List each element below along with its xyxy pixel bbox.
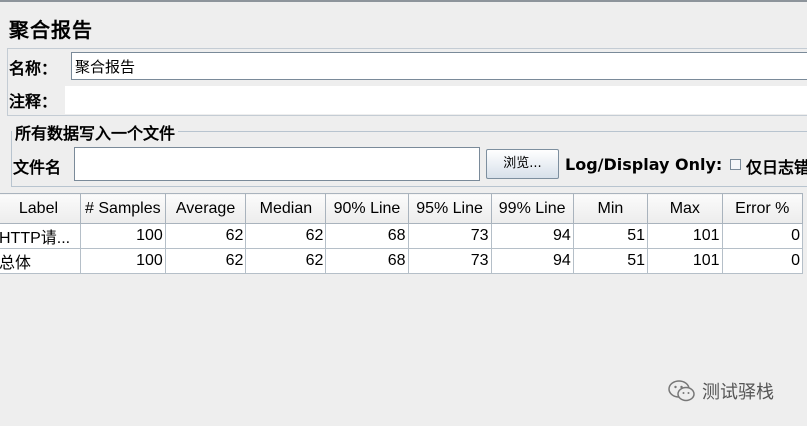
cell-99-line: 94 (490, 248, 574, 274)
column-header-99-line[interactable]: 99% Line (490, 193, 574, 224)
cell-average: 62 (164, 248, 247, 274)
cell-95-line: 73 (407, 223, 492, 249)
cell-99-line: 94 (490, 223, 574, 249)
column-header-90-line[interactable]: 90% Line (325, 193, 409, 224)
cell-label: 总体 (0, 248, 81, 274)
file-name-input[interactable] (74, 147, 480, 181)
errors-only-checkbox[interactable] (730, 159, 741, 170)
cell-90-line: 68 (325, 223, 409, 249)
file-name-label: 文件名 (13, 158, 62, 177)
name-label: 名称： (9, 59, 58, 78)
page-title: 聚合报告 (9, 18, 93, 42)
column-header-max[interactable]: Max (647, 193, 723, 224)
column-header-average[interactable]: Average (164, 193, 247, 224)
comment-input[interactable] (65, 86, 807, 114)
window-top-border (0, 0, 807, 2)
cell-median: 62 (245, 248, 327, 274)
cell-95-line: 73 (407, 248, 492, 274)
cell-median: 62 (245, 223, 327, 249)
cell-error: 0 (721, 223, 804, 249)
column-header-median[interactable]: Median (245, 193, 327, 224)
column-header-min[interactable]: Min (572, 193, 649, 224)
cell-90-line: 68 (325, 248, 409, 274)
write-to-file-group-title: 所有数据写入一个文件 (12, 120, 179, 144)
cell-label: HTTP请... (0, 223, 81, 249)
watermark: 测试驿栈 (668, 378, 774, 404)
column-header-label[interactable]: Label (0, 193, 81, 224)
errors-only-label[interactable]: 仅日志错误 (746, 154, 807, 178)
cell-min: 51 (572, 248, 649, 274)
column-header-95-line[interactable]: 95% Line (407, 193, 492, 224)
comment-label: 注释： (9, 92, 58, 111)
cell-max: 101 (647, 248, 723, 274)
aggregate-results-table: Label # Samples Average Median 90% Line … (0, 193, 804, 274)
cell-samples: 100 (79, 248, 166, 274)
watermark-text: 测试驿栈 (702, 382, 774, 403)
browse-button[interactable]: 浏览... (486, 149, 559, 179)
cell-min: 51 (572, 223, 649, 249)
table-row[interactable]: 总体 100 62 62 68 73 94 51 101 0 (0, 248, 804, 274)
cell-error: 0 (721, 248, 804, 274)
cell-samples: 100 (79, 223, 166, 249)
column-header-error[interactable]: Error % (721, 193, 804, 224)
table-row[interactable]: HTTP请... 100 62 62 68 73 94 51 101 0 (0, 223, 804, 249)
cell-average: 62 (164, 223, 247, 249)
name-input[interactable] (71, 52, 807, 80)
cell-max: 101 (647, 223, 723, 249)
column-header-samples[interactable]: # Samples (79, 193, 166, 224)
wechat-icon (668, 380, 695, 402)
table-header-row: Label # Samples Average Median 90% Line … (0, 193, 804, 224)
log-display-only-label: Log/Display Only: (565, 155, 723, 174)
